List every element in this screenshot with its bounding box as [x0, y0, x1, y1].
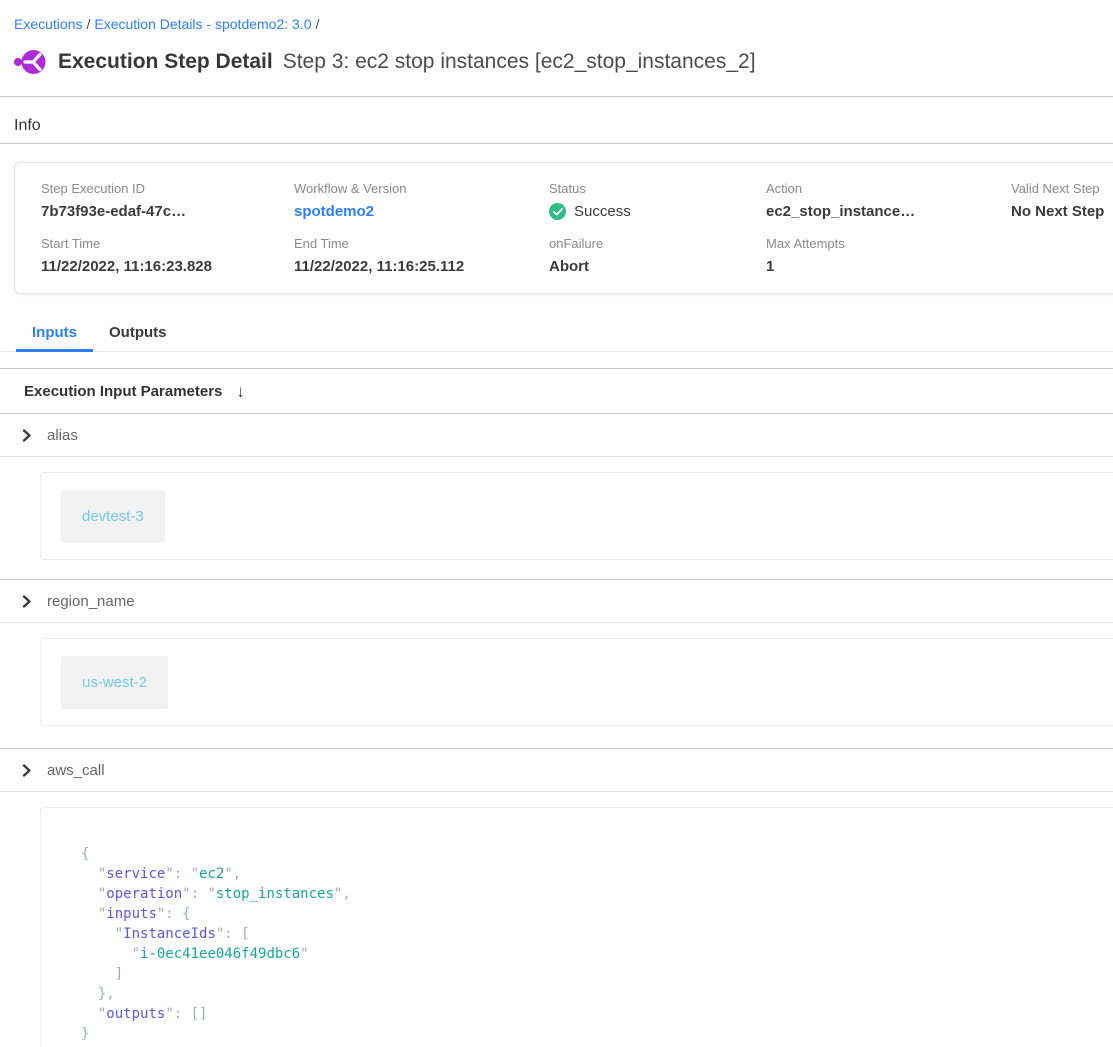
section-row-aws-call[interactable]: aws_call	[0, 749, 1113, 792]
breadcrumb-separator: /	[82, 16, 94, 32]
breadcrumb: Executions/Execution Details - spotdemo2…	[0, 0, 1113, 32]
field-max-attempts: Max Attempts 1	[766, 236, 1011, 275]
breadcrumb-link-executions[interactable]: Executions	[14, 16, 82, 32]
tab-outputs[interactable]: Outputs	[93, 318, 183, 352]
field-action: Action ec2_stop_instance…	[766, 181, 1011, 220]
field-label: Step Execution ID	[41, 181, 294, 196]
alias-chip: devtest-3	[61, 490, 165, 543]
aws-call-value-box: { "service": "ec2", "operation": "stop_i…	[40, 807, 1113, 1047]
field-workflow-version: Workflow & Version spotdemo2	[294, 181, 549, 220]
workflow-branch-icon	[14, 49, 46, 75]
field-value: 11/22/2022, 11:16:23.828	[41, 258, 294, 275]
field-value: 11/22/2022, 11:16:25.112	[294, 258, 549, 275]
chevron-right-icon	[20, 429, 33, 442]
arrow-down-icon[interactable]: ↓	[236, 383, 245, 400]
field-onfailure: onFailure Abort	[549, 236, 766, 275]
success-check-icon	[549, 203, 566, 220]
tab-bar: Inputs Outputs	[0, 318, 1113, 352]
section-label: region_name	[47, 593, 135, 610]
page-header: Execution Step Detail Step 3: ec2 stop i…	[0, 46, 1113, 78]
section-row-region-name[interactable]: region_name	[0, 580, 1113, 623]
field-value: Abort	[549, 258, 766, 275]
region-name-value-box: us-west-2	[40, 638, 1113, 726]
section-label: aws_call	[47, 762, 105, 779]
field-label: Status	[549, 181, 766, 196]
field-start-time: Start Time 11/22/2022, 11:16:23.828	[41, 236, 294, 275]
field-end-time: End Time 11/22/2022, 11:16:25.112	[294, 236, 549, 275]
region-name-chip: us-west-2	[61, 656, 168, 709]
chevron-right-icon	[20, 595, 33, 608]
field-label: End Time	[294, 236, 549, 251]
breadcrumb-link-execution-details[interactable]: Execution Details - spotdemo2: 3.0	[94, 16, 311, 32]
field-value: ec2_stop_instance…	[766, 203, 1011, 220]
page-title: Execution Step Detail	[58, 50, 273, 74]
info-card: Step Execution ID 7b73f93e-edaf-47c… Wor…	[14, 162, 1113, 294]
field-label: Action	[766, 181, 1011, 196]
field-label: Workflow & Version	[294, 181, 549, 196]
breadcrumb-separator-trailing: /	[312, 16, 324, 32]
field-label: Max Attempts	[766, 236, 1011, 251]
section-row-alias[interactable]: alias	[0, 414, 1113, 457]
field-value: No Next Step	[1011, 203, 1113, 220]
field-value: 7b73f93e-edaf-47c…	[41, 203, 294, 220]
aws-call-code: { "service": "ec2", "operation": "stop_i…	[81, 844, 1113, 1044]
execution-step-detail-page: Executions/Execution Details - spotdemo2…	[0, 0, 1113, 1047]
alias-value-box: devtest-3	[40, 472, 1113, 560]
field-label: onFailure	[549, 236, 766, 251]
field-label: Start Time	[41, 236, 294, 251]
status-badge: Success	[574, 203, 631, 220]
chevron-right-icon	[20, 764, 33, 777]
field-valid-next-step: Valid Next Step No Next Step	[1011, 181, 1113, 220]
params-title: Execution Input Parameters	[24, 383, 222, 400]
field-step-execution-id: Step Execution ID 7b73f93e-edaf-47c…	[41, 181, 294, 220]
header-divider	[0, 96, 1113, 97]
field-value: 1	[766, 258, 1011, 275]
workflow-link[interactable]: spotdemo2	[294, 203, 549, 220]
section-label: alias	[47, 427, 78, 444]
field-empty	[1011, 236, 1113, 275]
info-heading: Info	[14, 117, 1113, 135]
tab-inputs[interactable]: Inputs	[16, 318, 93, 352]
info-divider	[0, 143, 1113, 144]
page-subtitle: Step 3: ec2 stop instances [ec2_stop_ins…	[283, 50, 756, 74]
field-status: Status Success	[549, 181, 766, 220]
field-label: Valid Next Step	[1011, 181, 1113, 196]
execution-input-parameters-header: Execution Input Parameters ↓	[0, 369, 1113, 414]
